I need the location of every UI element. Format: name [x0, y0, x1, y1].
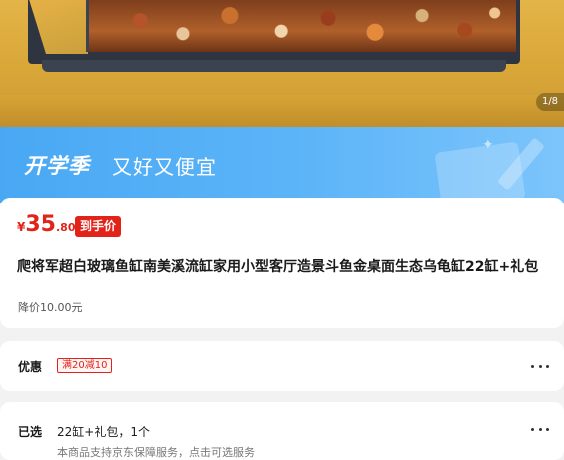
final-price-badge: 到手价 [75, 216, 122, 237]
price-decimal: .80 [55, 221, 76, 234]
banner-subtitle: 又好又便宜 [112, 155, 217, 179]
product-price: ¥35.80 [17, 212, 75, 237]
image-counter: 1/8 [536, 93, 564, 111]
product-image-tank-gravel [86, 0, 516, 52]
more-icon[interactable] [531, 363, 549, 369]
selected-spec-value: 22缸+礼包，1个 [57, 425, 150, 439]
price-drop-note: 降价10.00元 [18, 301, 83, 314]
product-image-shelf [0, 95, 564, 127]
more-icon[interactable] [531, 426, 549, 432]
coupon-tag[interactable]: 满20减10 [57, 358, 113, 373]
price-integer: 35 [25, 212, 56, 237]
promotion-label: 优惠 [18, 360, 43, 374]
service-note: 本商品支持京东保障服务，点击可选服务 [57, 446, 255, 459]
sparkle-icon: ✦ [482, 137, 494, 153]
promo-banner[interactable]: 开学季 又好又便宜 ✦ [0, 127, 564, 203]
product-image-tank-base [42, 60, 506, 72]
selected-label: 已选 [18, 425, 43, 439]
banner-title: 开学季 [24, 154, 90, 178]
product-image-gallery[interactable]: 1/8 [0, 0, 564, 127]
product-title: 爬将军超白玻璃鱼缸南美溪流缸家用小型客厅造景斗鱼金桌面生态乌龟缸22缸+礼包 [17, 259, 539, 275]
